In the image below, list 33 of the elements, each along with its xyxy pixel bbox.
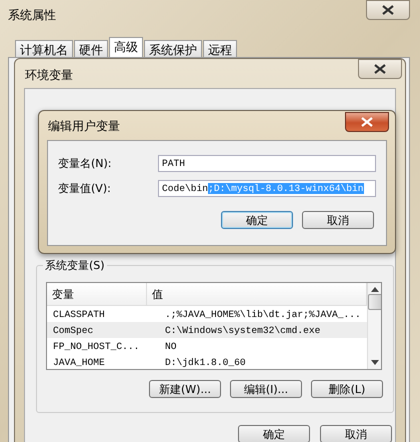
dialog-button[interactable]: 取消 [320,425,392,442]
list-row[interactable]: CLASSPATH .;%JAVA_HOME%\lib\dt.jar;%JAVA_... [47,306,367,322]
tab[interactable]: 高级 [109,37,143,57]
action-button[interactable]: 删除(L) [311,380,383,398]
dialog-button[interactable]: 确定 [221,211,293,229]
field-label: 变量名(N): [58,156,112,171]
table-cell-text: .;%JAVA_HOME%\lib\dt.jar;%JAVA_... [164,308,362,320]
list-row[interactable]: ComSpec C:\Windows\system32\cmd.exe [47,322,367,338]
action-button[interactable]: 新建(W)... [149,380,221,398]
column-header[interactable]: 变量 [47,283,147,305]
tab[interactable]: 系统保护 [144,40,202,57]
table-cell-text: NO [164,340,178,352]
dialog-button[interactable]: 确定 [238,425,310,442]
field-label: 变量值(V): [58,181,111,196]
window-title: 系统属性 [8,7,56,24]
table-cell-text: JAVA_HOME [52,356,106,368]
tab[interactable]: 计算机名 [15,40,73,57]
window-title: 环境变量 [25,67,73,84]
input-field[interactable]: PATH [158,155,376,172]
dialog-button[interactable]: 取消 [302,211,374,229]
tab[interactable]: 硬件 [74,40,108,57]
table-cell-text: CLASSPATH [52,308,106,320]
action-button[interactable]: 编辑(I)... [230,380,302,398]
tab[interactable]: 远程 [203,40,237,57]
input-field[interactable]: Code\bin;D:\mysql-8.0.13-winx64\bin [158,180,376,197]
group-label: 系统变量(S) [43,258,107,273]
table-cell-text: ComSpec [52,324,94,336]
table-cell-text: D:\jdk1.8.0_60 [164,356,247,368]
table-cell-text: C:\Windows\system32\cmd.exe [164,324,322,336]
dialog-title: 编辑用户变量 [48,118,120,135]
list-row[interactable]: JAVA_HOME D:\jdk1.8.0_60 [47,354,367,369]
list-row[interactable]: FP_NO_HOST_C... NO [47,338,367,354]
table-cell-text: FP_NO_HOST_C... [52,340,140,352]
